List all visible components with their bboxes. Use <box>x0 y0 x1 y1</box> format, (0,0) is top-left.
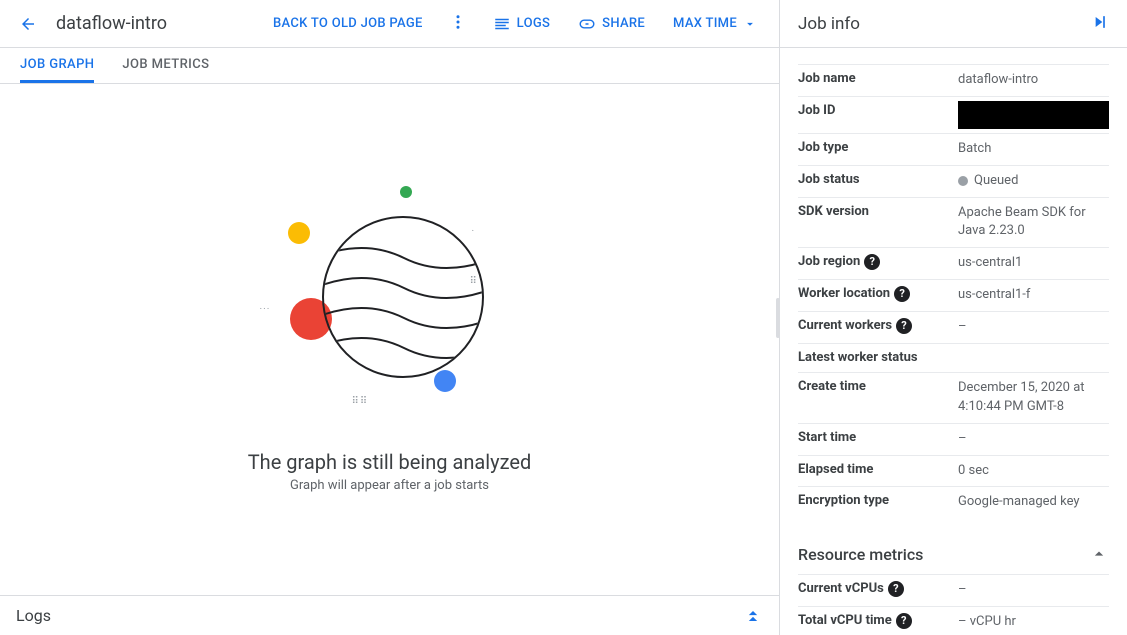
resource-metrics-toggle[interactable]: Resource metrics <box>798 544 1109 564</box>
more-menu-icon[interactable] <box>437 5 479 43</box>
row-latest-worker-status: Latest worker status <box>798 343 1109 372</box>
help-icon[interactable]: ? <box>896 613 912 629</box>
collapse-panel-icon[interactable] <box>1089 12 1109 36</box>
graph-caption: The graph is still being analyzed Graph … <box>248 450 532 493</box>
chevron-down-icon <box>743 17 757 31</box>
row-create-time: Create time December 15, 2020 at 4:10:44… <box>798 372 1109 423</box>
header-actions: BACK TO OLD JOB PAGE LOGS SHARE MAX TIME <box>259 5 771 43</box>
help-icon[interactable]: ? <box>896 318 912 334</box>
logs-drawer-toggle[interactable]: Logs <box>0 595 779 635</box>
label-region: Job region? <box>798 254 958 270</box>
tab-job-graph[interactable]: JOB GRAPH <box>20 48 94 83</box>
back-to-old-link[interactable]: BACK TO OLD JOB PAGE <box>259 8 437 39</box>
speck-decor-icon: ⠿ <box>470 276 478 287</box>
resource-metrics-title: Resource metrics <box>798 545 923 564</box>
label-job-name: Job name <box>798 71 958 87</box>
sidebar-title: Job info <box>798 14 860 34</box>
circle-decor-icon <box>400 186 412 198</box>
label-latest-worker-status: Latest worker status <box>798 350 958 366</box>
graph-subheading: Graph will appear after a job starts <box>248 478 532 493</box>
help-icon[interactable]: ? <box>894 286 910 302</box>
redacted-block <box>958 101 1109 129</box>
value-vcpu-time: – vCPU hr <box>958 613 1109 632</box>
link-icon <box>578 15 596 33</box>
value-encryption: Google-managed key <box>958 493 1109 512</box>
sidebar-body: Job name dataflow-intro Job ID Job type … <box>780 48 1127 635</box>
label-job-type: Job type <box>798 140 958 156</box>
value-job-status: Queued <box>958 172 1109 191</box>
label-start-time: Start time <box>798 430 958 446</box>
graph-heading: The graph is still being analyzed <box>248 450 532 474</box>
circle-decor-icon <box>434 370 456 392</box>
row-current-workers: Current workers? – <box>798 311 1109 343</box>
label-worker-loc: Worker location? <box>798 286 958 302</box>
sidebar-header: Job info <box>780 0 1127 48</box>
chevron-up-icon <box>1089 544 1109 564</box>
speck-decor-icon: · <box>472 226 476 237</box>
row-start-time: Start time – <box>798 423 1109 455</box>
chevron-up-icon <box>743 606 763 626</box>
label-create-time: Create time <box>798 379 958 395</box>
row-job-name: Job name dataflow-intro <box>798 64 1109 96</box>
row-vcpu-time: Total vCPU time? – vCPU hr <box>798 606 1109 635</box>
back-arrow-icon[interactable] <box>16 12 40 36</box>
row-job-type: Job type Batch <box>798 133 1109 165</box>
label-current-workers: Current workers? <box>798 318 958 334</box>
logs-label: LOGS <box>517 16 551 31</box>
row-elapsed: Elapsed time 0 sec <box>798 455 1109 487</box>
sphere-icon <box>322 216 484 378</box>
value-current-workers: – <box>958 318 1109 337</box>
value-worker-loc: us-central1-f <box>958 286 1109 305</box>
tab-job-metrics[interactable]: JOB METRICS <box>122 48 209 83</box>
row-job-id: Job ID <box>798 96 1109 133</box>
label-elapsed: Elapsed time <box>798 462 958 478</box>
label-vcpus: Current vCPUs? <box>798 581 958 597</box>
share-label: SHARE <box>602 16 645 31</box>
max-time-dropdown[interactable]: MAX TIME <box>659 8 771 39</box>
value-sdk: Apache Beam SDK for Java 2.23.0 <box>958 204 1109 242</box>
row-worker-loc: Worker location? us-central1-f <box>798 279 1109 311</box>
tab-bar: JOB GRAPH JOB METRICS <box>0 48 779 84</box>
value-job-id <box>958 103 1109 127</box>
label-vcpu-time: Total vCPU time? <box>798 613 958 629</box>
analyzing-illustration: ··· · ⠿ ⠿⠿ <box>260 186 520 446</box>
row-region: Job region? us-central1 <box>798 247 1109 279</box>
sidebar: Job info Job name dataflow-intro Job ID … <box>780 0 1127 635</box>
speck-decor-icon: ⠿⠿ <box>352 396 369 407</box>
value-job-name: dataflow-intro <box>958 71 1109 90</box>
share-button[interactable]: SHARE <box>564 7 659 41</box>
logs-icon <box>493 15 511 33</box>
row-encryption: Encryption type Google-managed key <box>798 486 1109 518</box>
label-job-status: Job status <box>798 172 958 188</box>
value-vcpus: – <box>958 581 1109 600</box>
value-elapsed: 0 sec <box>958 462 1109 481</box>
page-title: dataflow-intro <box>56 13 167 34</box>
max-time-label: MAX TIME <box>673 16 737 31</box>
row-job-status: Job status Queued <box>798 165 1109 197</box>
value-job-type: Batch <box>958 140 1109 159</box>
graph-canvas: ··· · ⠿ ⠿⠿ The graph is still being anal… <box>0 84 779 595</box>
row-sdk: SDK version Apache Beam SDK for Java 2.2… <box>798 197 1109 248</box>
logs-button[interactable]: LOGS <box>479 7 565 41</box>
header-bar: dataflow-intro BACK TO OLD JOB PAGE LOGS… <box>0 0 779 48</box>
label-job-id: Job ID <box>798 103 958 119</box>
status-dot-icon <box>958 176 968 186</box>
circle-decor-icon <box>288 222 310 244</box>
help-icon[interactable]: ? <box>864 254 880 270</box>
label-sdk: SDK version <box>798 204 958 220</box>
logs-drawer-label: Logs <box>16 606 51 625</box>
value-region: us-central1 <box>958 254 1109 273</box>
speck-decor-icon: ··· <box>260 304 271 315</box>
status-text: Queued <box>974 172 1018 191</box>
resize-handle[interactable] <box>776 298 780 338</box>
value-start-time: – <box>958 430 1109 449</box>
value-create-time: December 15, 2020 at 4:10:44 PM GMT-8 <box>958 379 1109 417</box>
label-encryption: Encryption type <box>798 493 958 509</box>
row-vcpus: Current vCPUs? – <box>798 574 1109 606</box>
help-icon[interactable]: ? <box>888 581 904 597</box>
